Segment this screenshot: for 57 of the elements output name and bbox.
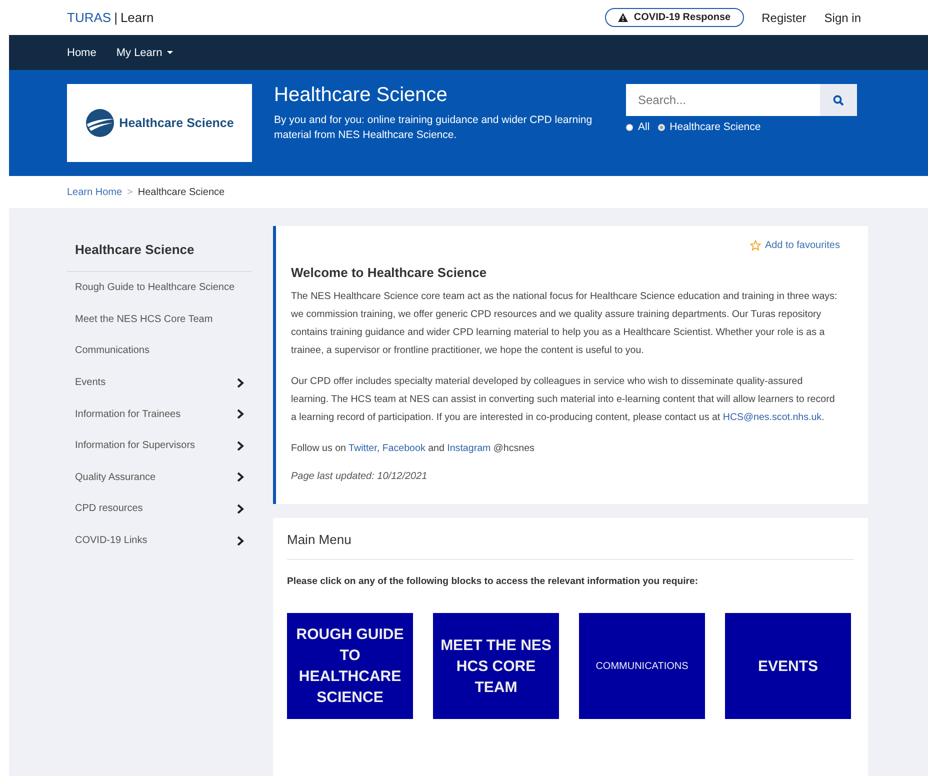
radio-label[interactable]: All [638, 121, 650, 133]
link[interactable]: HCS@nes.scot.nhs.uk [722, 412, 822, 423]
sidebar-item[interactable]: Meet the NES HCS Core Team [75, 314, 213, 325]
sidebar-item[interactable]: CPD resources [75, 503, 143, 514]
menu-block[interactable]: ROUGH GUIDE TO HEALTHCARE SCIENCE [287, 613, 413, 719]
link[interactable]: Facebook [382, 443, 426, 454]
paragraph: The NES Healthcare Science core team act as the national focus for Healthcare Science education and training in three ways: we commission training, we offer generic CPD resources and we quality assure training departments. Our Turas repository contains training guidance and wider CPD learning material to help you as a Healthcare Scientist. Whether your role is as a trainee, a supervisor or frontline practitioner, we hope the content is useful to you. [291, 290, 838, 358]
nav-item[interactable]: My Learn [116, 46, 174, 58]
sidebar-item[interactable]: Rough Guide to Healthcare Science [75, 282, 235, 294]
header-link[interactable]: Sign in [824, 10, 861, 24]
banner-subtitle: By you and for you: online training guidance and wider CPD learning material from NES Healthcare Science. [274, 113, 594, 143]
sidebar-title: Healthcare Science [67, 226, 252, 272]
header-link[interactable]: Register [762, 10, 806, 24]
sidebar-item[interactable]: Information for Supervisors [75, 440, 196, 452]
covid-response-button[interactable]: COVID-19 Response [604, 8, 744, 27]
last-updated: Page last updated: 10/12/2021 [291, 471, 428, 482]
menu-block[interactable]: COMMUNICATIONS [579, 613, 705, 719]
sidebar-item[interactable]: Information for Trainees [75, 408, 181, 420]
menu-block[interactable]: EVENTS [725, 613, 851, 719]
sidebar-item[interactable]: Communications [75, 345, 150, 356]
chevron-icon[interactable] [237, 440, 244, 451]
banner-title: Healthcare Science [274, 84, 448, 107]
search-icon [833, 94, 844, 106]
radio-button[interactable] [658, 124, 665, 130]
paragraph: Follow us on Twitter, Facebook and Instagram @hcsnes [291, 442, 536, 456]
product-name[interactable]: Learn [120, 10, 154, 25]
instruction-text: Please click on any of the following blocks to access the relevant information you require: [287, 576, 700, 587]
welcome-title: Welcome to Healthcare Science [291, 265, 488, 280]
chevron-icon[interactable] [237, 504, 244, 514]
logo-emblem-icon [85, 108, 116, 138]
chevron-icon[interactable] [237, 378, 244, 388]
sidebar-item[interactable]: Quality Assurance [75, 472, 156, 483]
caret-icon [167, 50, 174, 54]
chevron-icon[interactable] [237, 536, 244, 546]
warning-icon [618, 13, 628, 22]
sidebar-item[interactable]: COVID-19 Links [75, 535, 148, 546]
chevron-icon[interactable] [237, 472, 244, 482]
breadcrumb-link[interactable]: Learn Home [67, 186, 122, 198]
brand-name[interactable]: TURAS [67, 10, 112, 25]
search-button[interactable] [820, 84, 857, 116]
link[interactable]: Instagram [447, 443, 491, 454]
sidebar-item[interactable]: Events [75, 377, 106, 388]
main-menu-title: Main Menu [287, 532, 854, 560]
nav-item[interactable]: Home [67, 46, 96, 58]
chevron-icon[interactable] [237, 409, 244, 420]
brand-separator: | [114, 10, 118, 25]
add-to-favourites-link[interactable]: Add to favourites [750, 240, 840, 251]
breadcrumb-item: Healthcare Science [138, 186, 225, 198]
search-field[interactable]: Search... [626, 84, 820, 116]
breadcrumb-item: > [127, 186, 133, 198]
radio-button[interactable] [626, 124, 633, 130]
menu-block[interactable]: MEET THE NES HCS CORE TEAM [433, 613, 559, 719]
star-icon [750, 240, 761, 251]
link[interactable]: Twitter [348, 443, 377, 454]
radio-label[interactable]: Healthcare Science [670, 121, 761, 133]
logo-text: Healthcare Science [119, 116, 234, 130]
paragraph: Our CPD offer includes specialty material developed by colleagues in service who wish to disseminate quality-assured learning. The HCS team at NES can assist in converting such material into e-learning content that will allow learners to record a learning record of participation. If you are interested in co-producing content, please contact us at HCS@nes.scot.nhs.uk. [291, 375, 836, 425]
